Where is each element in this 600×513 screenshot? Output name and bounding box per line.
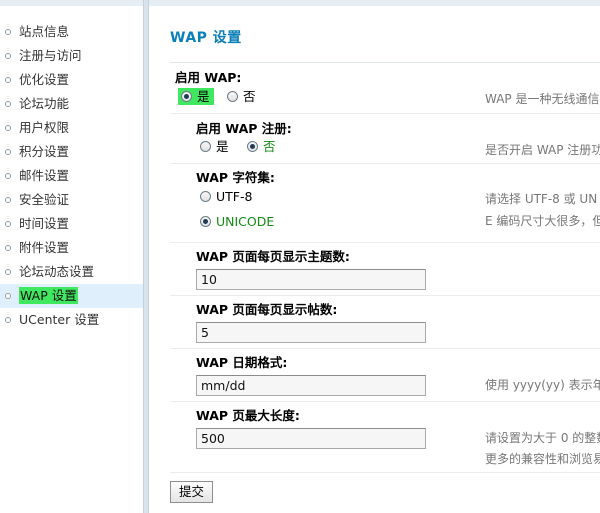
charset-utf8-option[interactable]: UTF-8	[200, 188, 252, 206]
sidebar-item-credits[interactable]: 积分设置	[0, 140, 143, 164]
option-label: 是	[216, 139, 229, 154]
bullet-icon	[5, 317, 11, 323]
sidebar-item-label: UCenter 设置	[19, 312, 100, 327]
sidebar-item-label: 附件设置	[19, 240, 70, 255]
sidebar: 站点信息 注册与访问 优化设置 论坛功能 用户权限 积分设置 邮件设置 安全验证…	[0, 0, 143, 513]
bullet-icon	[5, 293, 11, 299]
radio-checked-icon[interactable]	[247, 141, 258, 152]
enable-wap-label: 启用 WAP:	[175, 70, 242, 85]
bullet-icon	[5, 173, 11, 179]
sidebar-item-label: 站点信息	[19, 24, 70, 39]
radio-unchecked-icon[interactable]	[200, 191, 211, 202]
sidebar-item-label: 邮件设置	[19, 168, 70, 183]
bullet-icon	[5, 149, 11, 155]
sidebar-item-time[interactable]: 时间设置	[0, 212, 143, 236]
option-label: UTF-8	[216, 189, 253, 204]
sidebar-item-forum-activity[interactable]: 论坛动态设置	[0, 260, 143, 284]
charset-unicode-option[interactable]: UNICODE	[200, 213, 274, 231]
radio-unchecked-icon[interactable]	[200, 141, 211, 152]
option-label: UNICODE	[216, 214, 275, 229]
posts-per-page-input[interactable]: 5	[196, 322, 426, 343]
bullet-icon	[5, 53, 11, 59]
divider	[170, 62, 600, 63]
sidebar-item-user-permissions[interactable]: 用户权限	[0, 116, 143, 140]
date-format-hint: 使用 yyyy(yy) 表示年	[485, 378, 600, 392]
radio-checked-icon[interactable]	[200, 216, 211, 227]
bullet-icon	[5, 101, 11, 107]
threads-per-page-input[interactable]: 10	[196, 269, 426, 290]
divider	[170, 113, 600, 114]
sidebar-item-label: WAP 设置	[19, 287, 78, 304]
charset-hint-line-1: 请选择 UTF-8 或 UN	[485, 192, 598, 206]
enable-register-hint: 是否开启 WAP 注册功	[485, 143, 600, 157]
max-page-length-input[interactable]: 500	[196, 428, 426, 449]
bullet-icon	[5, 245, 11, 251]
selected-option-highlight: 是	[178, 88, 214, 105]
sidebar-item-ucenter[interactable]: UCenter 设置	[0, 308, 143, 332]
threads-per-page-label: WAP 页面每页显示主题数:	[196, 249, 350, 264]
enable-register-no-option[interactable]: 否	[247, 138, 276, 156]
bullet-icon	[5, 77, 11, 83]
sidebar-item-register-access[interactable]: 注册与访问	[0, 44, 143, 68]
enable-wap-hint: WAP 是一种无线通信	[485, 92, 600, 106]
sidebar-item-label: 时间设置	[19, 216, 70, 231]
sidebar-item-wap[interactable]: WAP 设置	[0, 284, 143, 308]
option-label: 是	[197, 89, 210, 104]
sidebar-item-attachments[interactable]: 附件设置	[0, 236, 143, 260]
enable-wap-no-option[interactable]: 否	[227, 88, 256, 106]
divider	[170, 242, 600, 243]
enable-wap-yes-option[interactable]: 是	[178, 88, 214, 106]
sidebar-item-security[interactable]: 安全验证	[0, 188, 143, 212]
option-label: 否	[263, 139, 276, 154]
sidebar-item-label: 优化设置	[19, 72, 70, 87]
sidebar-item-label: 安全验证	[19, 192, 70, 207]
divider	[170, 472, 600, 473]
bullet-icon	[5, 197, 11, 203]
main-panel: WAP 设置 启用 WAP: 是 否 WAP 是一种无线通信 启用 WAP 注册…	[149, 0, 600, 513]
sidebar-item-site-info[interactable]: 站点信息	[0, 20, 143, 44]
divider	[170, 163, 600, 164]
sidebar-item-label: 用户权限	[19, 120, 70, 135]
charset-hint-line-2: E 编码尺寸大很多，但	[485, 214, 600, 228]
divider	[170, 348, 600, 349]
divider	[170, 401, 600, 402]
radio-checked-icon[interactable]	[181, 91, 192, 102]
submit-button[interactable]: 提交	[170, 481, 213, 503]
bullet-icon	[5, 29, 11, 35]
radio-unchecked-icon[interactable]	[227, 91, 238, 102]
enable-register-label: 启用 WAP 注册:	[196, 121, 292, 136]
charset-label: WAP 字符集:	[196, 170, 275, 185]
sidebar-item-label: 积分设置	[19, 144, 70, 159]
date-format-input[interactable]: mm/dd	[196, 375, 426, 396]
settings-nav: 站点信息 注册与访问 优化设置 论坛功能 用户权限 积分设置 邮件设置 安全验证…	[0, 20, 143, 332]
sidebar-top-strip	[0, 0, 143, 6]
bullet-icon	[5, 221, 11, 227]
sidebar-item-label: 注册与访问	[19, 48, 82, 63]
bullet-icon	[5, 125, 11, 131]
main-top-strip	[149, 0, 600, 6]
sidebar-item-forum-features[interactable]: 论坛功能	[0, 92, 143, 116]
sidebar-item-mail[interactable]: 邮件设置	[0, 164, 143, 188]
bullet-icon	[5, 269, 11, 275]
max-page-length-hint-line-1: 请设置为大于 0 的整数	[485, 431, 600, 445]
enable-register-yes-option[interactable]: 是	[200, 138, 229, 156]
divider	[170, 295, 600, 296]
option-label: 否	[243, 89, 256, 104]
page-title: WAP 设置	[170, 30, 242, 46]
sidebar-item-label: 论坛动态设置	[19, 264, 95, 279]
date-format-label: WAP 日期格式:	[196, 355, 288, 370]
max-page-length-label: WAP 页最大长度:	[196, 408, 300, 423]
sidebar-item-optimization[interactable]: 优化设置	[0, 68, 143, 92]
posts-per-page-label: WAP 页面每页显示帖数:	[196, 302, 338, 317]
max-page-length-hint-line-2: 更多的兼容性和浏览易	[485, 452, 600, 466]
sidebar-item-label: 论坛功能	[19, 96, 70, 111]
